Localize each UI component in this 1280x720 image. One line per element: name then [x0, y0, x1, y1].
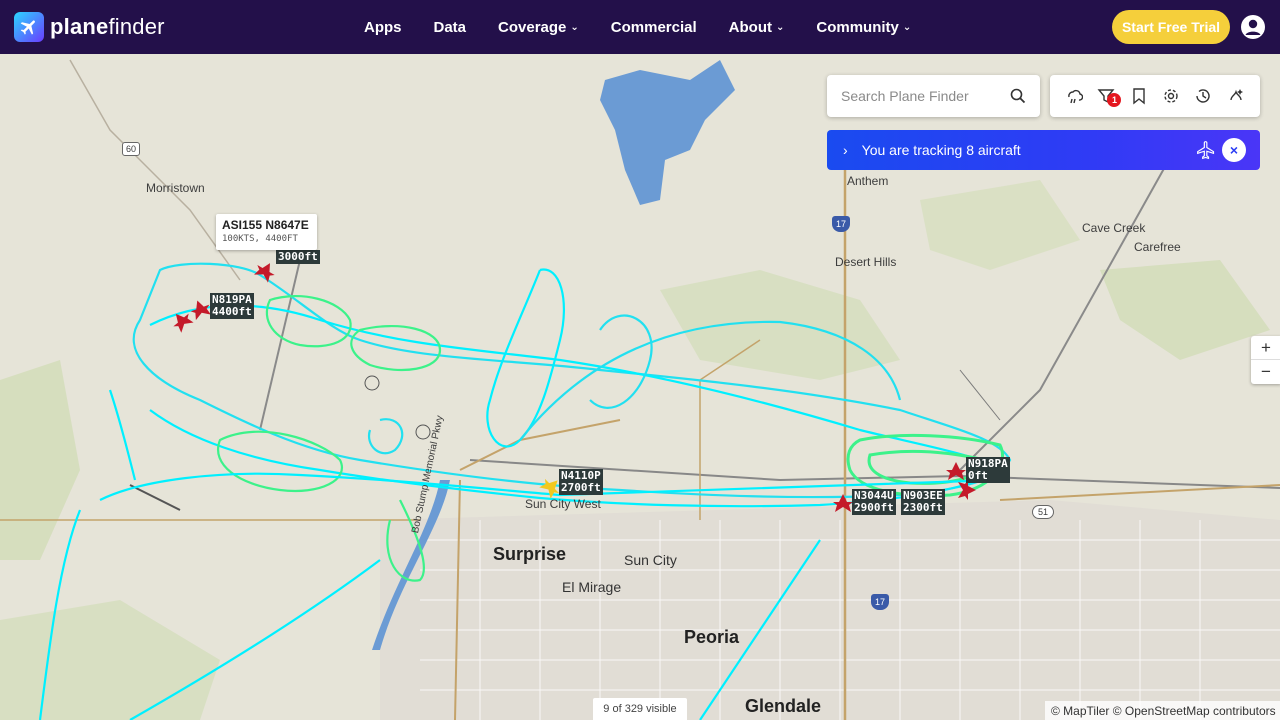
map-attribution[interactable]: © MapTiler © OpenStreetMap contributors	[1045, 701, 1280, 720]
i-17-shield-south: 17	[871, 594, 889, 610]
aircraft-tooltip: ASI155 N8647E 100KTS, 4400FT	[216, 214, 317, 250]
filter-count-badge: 1	[1107, 93, 1122, 107]
i-17-shield-north: 17	[832, 216, 850, 232]
planefinder-logo[interactable]: planefinder	[14, 12, 165, 42]
tracking-banner[interactable]: › You are tracking 8 aircraft ×	[827, 130, 1260, 170]
place-anthem: Anthem	[847, 174, 889, 188]
nav-data[interactable]: Data	[434, 19, 467, 36]
place-desert-hills: Desert Hills	[835, 255, 897, 269]
user-account-icon[interactable]	[1240, 14, 1266, 40]
weather-icon[interactable]	[1065, 87, 1084, 105]
place-surprise: Surprise	[493, 544, 567, 564]
chevron-right-icon[interactable]: ›	[843, 142, 848, 158]
zoom-control: + −	[1251, 336, 1280, 384]
nav-community[interactable]: Community ⌄	[816, 19, 911, 36]
chevron-down-icon: ⌄	[570, 22, 579, 33]
nav-coverage[interactable]: Coverage ⌄	[498, 19, 579, 36]
place-cave-creek: Cave Creek	[1082, 221, 1146, 235]
logo-text: planefinder	[50, 14, 165, 39]
place-el-mirage: El Mirage	[562, 579, 622, 595]
visible-aircraft-count: 9 of 329 visible	[593, 698, 687, 720]
zoom-in-button[interactable]: +	[1251, 336, 1280, 360]
search-input[interactable]	[841, 88, 1011, 104]
tooltip-title: ASI155 N8647E	[222, 218, 309, 232]
sr-51-shield: 51	[1032, 505, 1054, 519]
us-60-shield: 60	[122, 142, 140, 156]
place-carefree: Carefree	[1134, 240, 1181, 254]
bookmark-icon[interactable]	[1130, 87, 1148, 105]
tracking-text: You are tracking 8 aircraft	[861, 142, 1021, 158]
search-icon[interactable]	[1010, 88, 1026, 104]
chevron-down-icon: ⌄	[775, 22, 785, 33]
chevron-down-icon: ⌄	[902, 22, 912, 33]
close-tracking-button[interactable]: ×	[1222, 138, 1246, 162]
map-toolbar: 1	[1050, 75, 1260, 117]
nav-about[interactable]: About ⌄	[729, 19, 785, 36]
ai-icon[interactable]	[1227, 87, 1245, 105]
place-glendale: Glendale	[745, 696, 822, 716]
place-sun-city: Sun City	[624, 552, 677, 568]
plane-icon	[1197, 141, 1215, 160]
nav-apps[interactable]: Apps	[364, 19, 402, 36]
settings-icon[interactable]	[1162, 87, 1180, 105]
nav-commercial[interactable]: Commercial	[611, 19, 697, 36]
tooltip-detail: 100KTS, 4400FT	[222, 234, 298, 244]
aircraft-label[interactable]: N903EE 2300ft	[901, 489, 945, 515]
aircraft-label[interactable]: N819PA 4400ft	[210, 293, 254, 319]
place-peoria: Peoria	[684, 627, 740, 647]
top-navigation-bar: planefinder Apps Data Coverage ⌄ Commerci…	[0, 0, 1280, 54]
aircraft-label-selected[interactable]: N4110P 2700ft	[559, 469, 603, 495]
search-box	[827, 75, 1040, 117]
aircraft-label[interactable]: N918PA 0ft	[966, 457, 1010, 483]
place-morristown: Morristown	[146, 181, 205, 195]
main-nav: Apps Data Coverage ⌄ Commercial About ⌄ Co…	[364, 0, 943, 54]
logo-plane-icon	[14, 12, 44, 42]
zoom-out-button[interactable]: −	[1251, 360, 1280, 384]
aircraft-label[interactable]: 3000ft	[276, 250, 320, 264]
filter-icon[interactable]: 1	[1097, 87, 1122, 107]
start-free-trial-button[interactable]: Start Free Trial	[1112, 10, 1230, 44]
aircraft-label[interactable]: N3044U 2900ft	[852, 489, 896, 515]
history-icon[interactable]	[1194, 87, 1212, 105]
place-sun-city-west: Sun City West	[525, 497, 601, 511]
